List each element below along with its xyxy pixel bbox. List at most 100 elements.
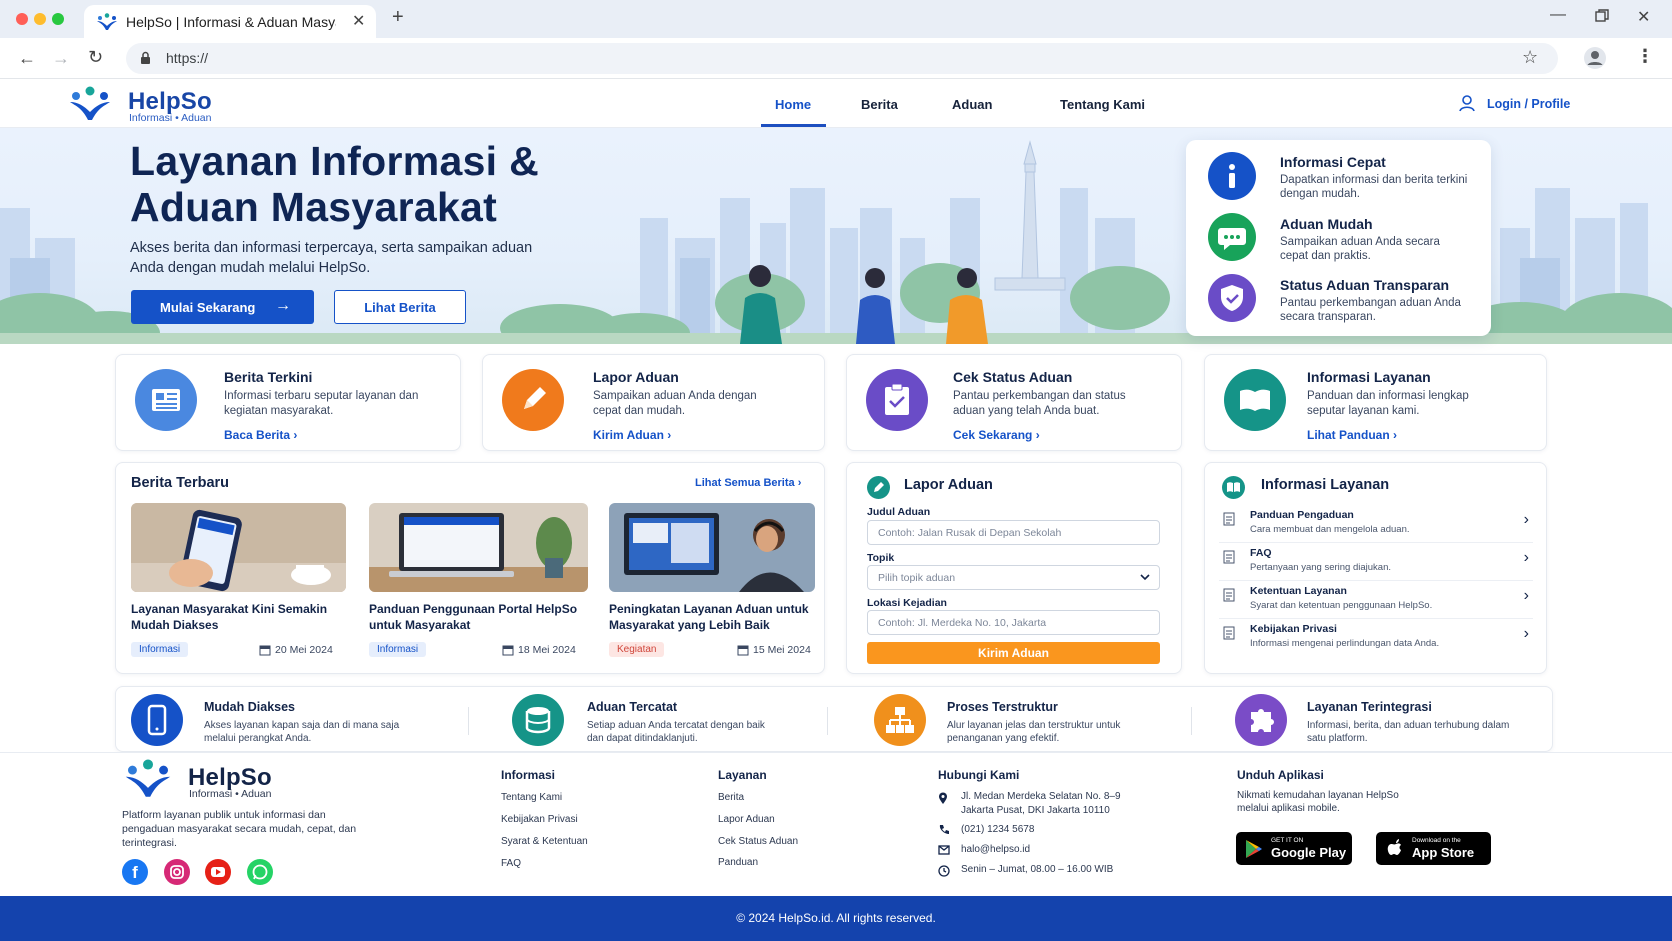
facebook-icon[interactable]: f	[122, 859, 148, 885]
service-card-info[interactable]: Informasi Layanan Panduan dan informasi …	[1204, 354, 1547, 451]
divider	[827, 707, 828, 735]
benefit-desc: Setiap aduan Anda tercatat dengan baik d…	[587, 720, 765, 744]
apple-small-text: Download on the	[1412, 837, 1461, 844]
minimize-icon[interactable]: —	[1550, 6, 1566, 24]
reload-icon[interactable]: ↻	[88, 47, 103, 68]
footer-link[interactable]: Syarat & Ketentuan	[501, 836, 588, 847]
see-all-label: Lihat Semua Berita	[695, 477, 795, 489]
service-title: Berita Terkini	[224, 369, 313, 385]
info-icon	[1208, 152, 1256, 200]
service-card-berita[interactable]: Berita Terkini Informasi terbaru seputar…	[115, 354, 461, 451]
nav-tentang-kami[interactable]: Tentang Kami	[1060, 97, 1145, 112]
youtube-icon[interactable]	[205, 859, 231, 885]
service-card-lapor[interactable]: Lapor Aduan Sampaikan aduan Anda dengan …	[482, 354, 825, 451]
divider	[468, 707, 469, 735]
news-tag: Informasi	[131, 642, 189, 657]
mail-icon	[938, 845, 950, 855]
nav-home[interactable]: Home	[775, 97, 811, 112]
news-title[interactable]: Peningkatan Layanan Aduan untuk Masyarak…	[609, 601, 819, 633]
puzzle-icon	[1235, 694, 1287, 746]
start-now-button[interactable]: Mulai Sekarang →	[131, 290, 314, 324]
chevron-right-icon: ›	[1393, 428, 1398, 442]
judul-input[interactable]: Contoh: Jalan Rusak di Depan Sekolah	[867, 520, 1160, 545]
browser-menu-icon[interactable]: ⋮	[1636, 46, 1654, 67]
submit-complaint-link[interactable]: Kirim Aduan ›	[593, 428, 671, 442]
footer-link[interactable]: Tentang Kami	[501, 792, 562, 803]
forward-icon[interactable]: →	[52, 48, 70, 69]
benefit-title: Mudah Diakses	[204, 700, 296, 714]
benefit-title: Aduan Tercatat	[587, 700, 678, 714]
view-news-button[interactable]: Lihat Berita	[334, 290, 466, 324]
new-tab-icon[interactable]: +	[392, 6, 404, 29]
tab-close-icon[interactable]: ✕	[352, 11, 365, 31]
see-all-news-link[interactable]: Lihat Semua Berita ›	[695, 477, 801, 489]
benefit-title: Proses Terstruktur	[947, 700, 1058, 714]
benefit-desc: Akses layanan kapan saja dan di mana saj…	[204, 720, 400, 744]
profile-avatar-icon[interactable]	[1583, 46, 1607, 70]
news-title[interactable]: Layanan Masyarakat Kini Semakin Mudah Di…	[131, 601, 331, 633]
instagram-icon[interactable]	[164, 859, 190, 885]
latest-news-panel: Berita Terbaru Lihat Semua Berita › Laya…	[115, 462, 825, 674]
nav-active-indicator	[761, 124, 826, 127]
topik-label: Topik	[867, 552, 895, 564]
info-item-ketentuan[interactable]: Ketentuan Layanan Syarat dan ketentuan p…	[1219, 583, 1533, 619]
nav-berita[interactable]: Berita	[861, 97, 898, 112]
footer-link[interactable]: Kebijakan Privasi	[501, 814, 578, 825]
window-maximize-dot[interactable]	[52, 13, 64, 25]
window-close-dot[interactable]	[16, 13, 28, 25]
footer-link[interactable]: Panduan	[718, 857, 758, 868]
lokasi-input[interactable]: Contoh: Jl. Merdeka No. 10, Jakarta	[867, 610, 1160, 635]
info-item-panduan[interactable]: Panduan Pengaduan Cara membuat dan menge…	[1219, 507, 1533, 543]
info-item-faq[interactable]: FAQ Pertanyaan yang sering diajukan. ›	[1219, 545, 1533, 581]
check-status-link[interactable]: Cek Sekarang ›	[953, 428, 1040, 442]
footer-link[interactable]: FAQ	[501, 858, 521, 869]
news-image-phone[interactable]	[131, 503, 346, 592]
link-label: Baca Berita	[224, 428, 291, 442]
restore-icon[interactable]	[1595, 9, 1609, 23]
news-image-laptop[interactable]	[369, 503, 588, 592]
database-icon	[512, 694, 564, 746]
bookmark-star-icon[interactable]: ☆	[1522, 47, 1538, 68]
pencil-icon	[502, 369, 564, 431]
footer-phone[interactable]: (021) 1234 5678	[961, 824, 1034, 835]
google-small-text: GET IT ON	[1271, 837, 1304, 844]
feature-title: Informasi Cepat	[1280, 154, 1386, 170]
hero-title-line2: Aduan Masyarakat	[130, 184, 498, 230]
apple-icon	[1387, 837, 1405, 859]
shield-check-icon	[1208, 274, 1256, 322]
benefit-desc: Informasi, berita, dan aduan terhubung d…	[1307, 720, 1510, 744]
link-label: Kirim Aduan	[593, 428, 664, 442]
whatsapp-icon[interactable]	[247, 859, 273, 885]
chevron-right-icon: ›	[667, 428, 672, 442]
footer-email[interactable]: halo@helpso.id	[961, 844, 1030, 855]
read-news-link[interactable]: Baca Berita ›	[224, 428, 297, 442]
footer-link[interactable]: Cek Status Aduan	[718, 836, 798, 847]
view-guide-link[interactable]: Lihat Panduan ›	[1307, 428, 1397, 442]
chevron-right-icon: ›	[1523, 625, 1529, 642]
google-play-button[interactable]: GET IT ON Google Play	[1236, 832, 1352, 865]
app-store-button[interactable]: Download on the App Store	[1376, 832, 1491, 865]
footer-logo-tagline: Informasi • Aduan	[189, 788, 272, 800]
address-bar[interactable]: https:// ☆	[126, 43, 1558, 74]
newspaper-icon	[135, 369, 197, 431]
news-title[interactable]: Panduan Penggunaan Portal HelpSo untuk M…	[369, 601, 579, 633]
divider	[1191, 707, 1192, 735]
info-item-privasi[interactable]: Kebijakan Privasi Informasi mengenai per…	[1219, 621, 1533, 657]
chevron-right-icon: ›	[1035, 428, 1040, 442]
copyright-bar: © 2024 HelpSo.id. All rights reserved.	[0, 896, 1672, 941]
footer-link[interactable]: Berita	[718, 792, 744, 803]
window-minimize-dot[interactable]	[34, 13, 46, 25]
browser-tab[interactable]: HelpSo | Informasi & Aduan Masyarakat ✕	[84, 5, 376, 38]
feature-desc: Dapatkan informasi dan berita terkini de…	[1280, 174, 1468, 200]
footer-link[interactable]: Lapor Aduan	[718, 814, 775, 825]
back-icon[interactable]: ←	[18, 48, 36, 69]
document-icon	[1223, 626, 1235, 640]
submit-complaint-button[interactable]: Kirim Aduan	[867, 642, 1160, 664]
close-window-icon[interactable]: ✕	[1637, 7, 1650, 27]
news-image-callcenter[interactable]	[609, 503, 815, 592]
service-title: Informasi Layanan	[1307, 369, 1431, 385]
service-card-status[interactable]: Cek Status Aduan Pantau perkembangan dan…	[846, 354, 1182, 451]
topik-select[interactable]: Pilih topik aduan	[867, 565, 1160, 590]
nav-aduan[interactable]: Aduan	[952, 97, 992, 112]
footer-layanan-title: Layanan	[718, 768, 767, 782]
